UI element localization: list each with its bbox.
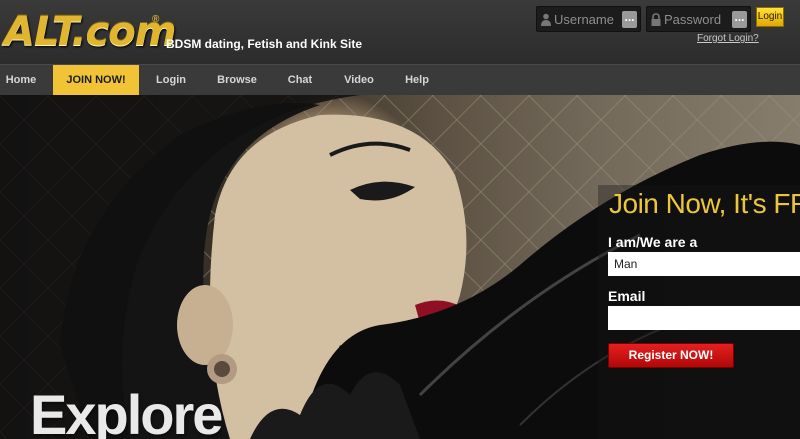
nav-chat[interactable]: Chat [282, 65, 318, 96]
iam-select[interactable]: Man [608, 252, 800, 276]
user-icon [541, 13, 551, 26]
username-field[interactable]: ... [536, 6, 641, 32]
nav-join-now[interactable]: JOIN NOW! [53, 65, 139, 96]
hero-headline: Explore [30, 383, 223, 439]
site-header: ALT.com ® BDSM dating, Fetish and Kink S… [0, 0, 800, 64]
register-now-button[interactable]: Register NOW! [608, 343, 734, 368]
join-form-title: Join Now, It's FREE! [609, 188, 800, 219]
password-more-icon[interactable]: ... [732, 11, 747, 28]
lock-icon [651, 13, 661, 26]
login-form: ... ... Login [536, 6, 786, 32]
nav-video[interactable]: Video [338, 65, 380, 96]
password-input[interactable] [664, 10, 732, 29]
login-button[interactable]: Login [756, 7, 784, 27]
nav-login[interactable]: Login [150, 65, 192, 96]
registered-mark: ® [152, 14, 160, 25]
password-field[interactable]: ... [646, 6, 751, 32]
main-nav: Home JOIN NOW! Login Browse Chat Video H… [0, 64, 800, 96]
hero-banner: Explore Join Now, It's FREE! I am/We are… [0, 95, 800, 439]
nav-help[interactable]: Help [400, 65, 434, 96]
username-more-icon[interactable]: ... [622, 11, 637, 28]
email-label: Email [608, 288, 646, 304]
iam-label: I am/We are a [608, 234, 698, 250]
email-input[interactable] [608, 306, 800, 330]
site-tagline: BDSM dating, Fetish and Kink Site [166, 37, 363, 51]
nav-browse[interactable]: Browse [212, 65, 262, 96]
forgot-login-link[interactable]: Forgot Login? [697, 33, 759, 44]
site-logo[interactable]: ALT.com [4, 8, 176, 56]
nav-home[interactable]: Home [0, 65, 42, 96]
username-input[interactable] [554, 10, 622, 29]
